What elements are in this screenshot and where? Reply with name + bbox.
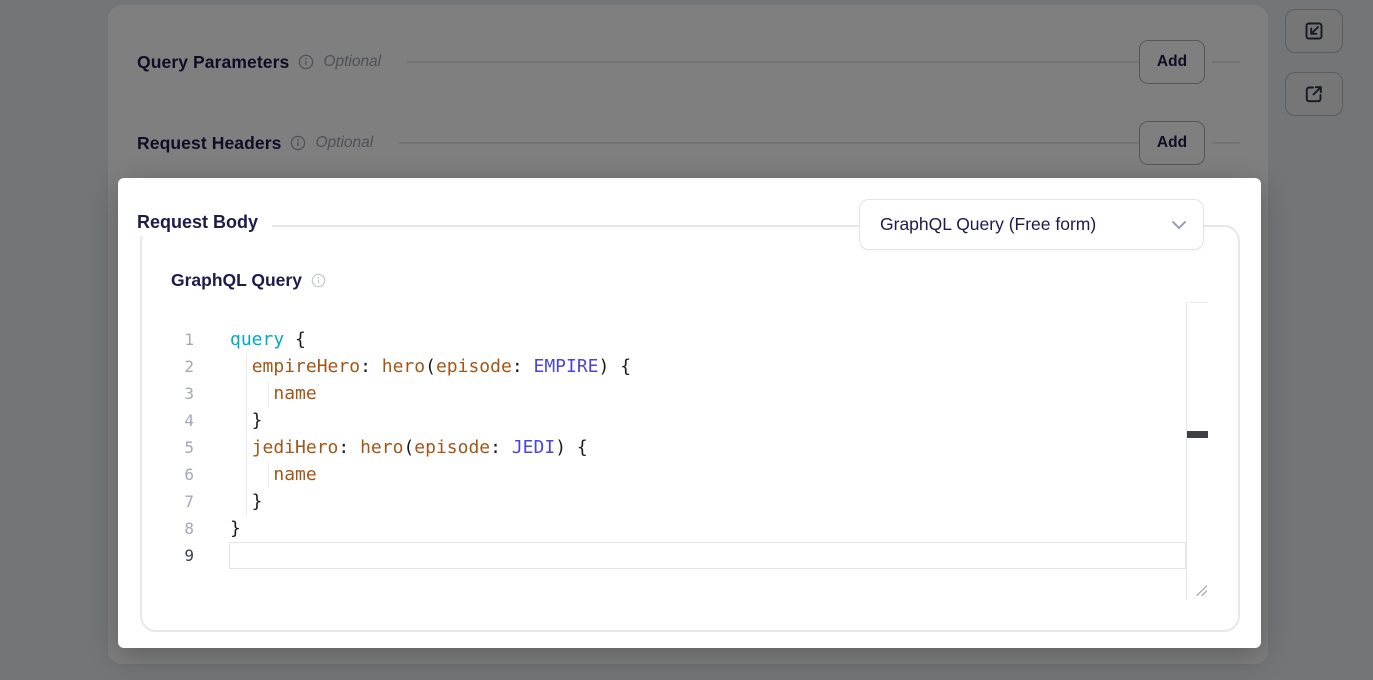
code-line bbox=[230, 542, 1186, 569]
line-number: 5 bbox=[158, 434, 194, 461]
resize-grip[interactable] bbox=[1195, 584, 1208, 597]
code-line: empireHero: hero(episode: EMPIRE) { bbox=[230, 353, 1186, 380]
line-number: 7 bbox=[158, 488, 194, 515]
line-number: 6 bbox=[158, 461, 194, 488]
code-line: query { bbox=[230, 326, 1186, 353]
editor-gutter: 123456789 bbox=[158, 326, 194, 569]
info-icon[interactable] bbox=[311, 273, 326, 288]
body-type-selected-value: GraphQL Query (Free form) bbox=[880, 214, 1171, 235]
line-number: 3 bbox=[158, 380, 194, 407]
code-line: } bbox=[230, 407, 1186, 434]
request-body-modal: Request Body GraphQL Query (Free form) G… bbox=[118, 178, 1261, 648]
code-line: name bbox=[230, 380, 1186, 407]
code-line: } bbox=[230, 488, 1186, 515]
scrollbar-thumb[interactable] bbox=[1187, 431, 1208, 438]
scrollbar-track bbox=[1186, 302, 1208, 303]
line-number: 9 bbox=[158, 542, 194, 569]
body-type-select[interactable]: GraphQL Query (Free form) bbox=[859, 199, 1204, 250]
scrollbar-track bbox=[1186, 302, 1187, 600]
code-line: } bbox=[230, 515, 1186, 542]
line-number: 1 bbox=[158, 326, 194, 353]
code-line: jediHero: hero(episode: JEDI) { bbox=[230, 434, 1186, 461]
chevron-down-icon bbox=[1171, 220, 1187, 230]
line-number: 4 bbox=[158, 407, 194, 434]
line-number: 8 bbox=[158, 515, 194, 542]
graphql-query-label: GraphQL Query bbox=[171, 270, 302, 291]
code-line: name bbox=[230, 461, 1186, 488]
line-number: 2 bbox=[158, 353, 194, 380]
request-body-title: Request Body bbox=[137, 209, 272, 236]
graphql-query-editor[interactable]: query { empireHero: hero(episode: EMPIRE… bbox=[230, 326, 1186, 569]
graphql-query-label-row: GraphQL Query bbox=[171, 270, 326, 291]
